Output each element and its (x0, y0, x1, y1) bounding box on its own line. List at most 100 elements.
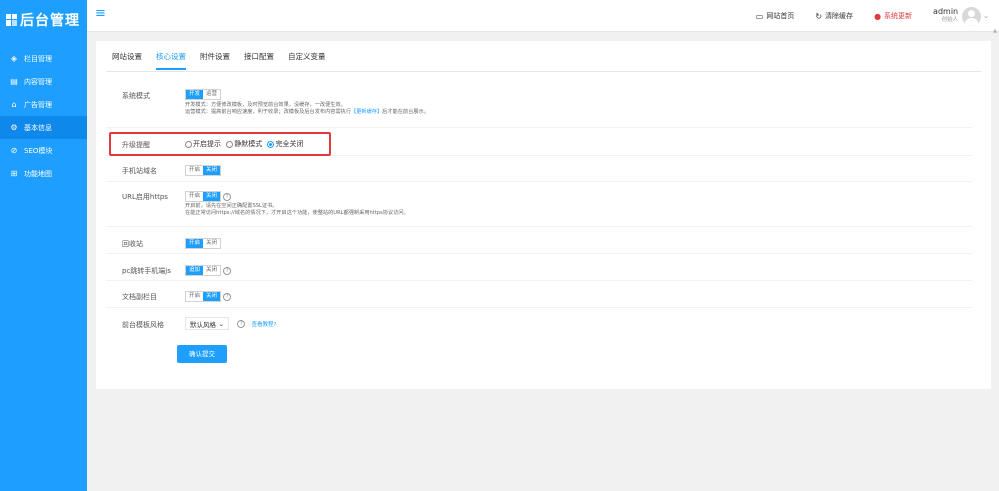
https-toggle: 开启 关闭 (185, 191, 222, 202)
doc-subcolumn-row: 文档副栏目 开启 关闭 ? (106, 284, 972, 308)
https-label: URL启用https (122, 193, 168, 201)
toggle-on-button[interactable]: 开启 (186, 166, 204, 175)
sidebar-item-seo[interactable]: ⊘ SEO模块 (0, 139, 87, 162)
tab-custom-variables[interactable]: 自定义变量 (288, 51, 326, 70)
toggle-append-button[interactable]: 追加 (186, 266, 204, 275)
system-mode-field: 开发 运营 开发模式：方便修改模板，及时预览前台效果，没缓存，一改便生效。 运营… (185, 89, 429, 116)
doc-subcolumn-field: 开启 关闭 ? (185, 291, 232, 302)
update-cache-link[interactable]: 【更新缓存】 (351, 109, 382, 115)
toggle-off-button[interactable]: 关闭 (203, 239, 221, 248)
template-style-select[interactable]: 默认风格 ⌄ (185, 317, 229, 330)
sidebar-item-ads[interactable]: ⌂ 广告管理 (0, 93, 87, 116)
help-icon[interactable]: ? (223, 266, 232, 275)
mode-dev-button[interactable]: 开发 (186, 90, 204, 99)
system-mode-toggle: 开发 运营 (185, 89, 222, 100)
logo-text: 后台管理 (20, 13, 80, 29)
doc-subcolumn-label: 文档副栏目 (122, 293, 157, 301)
settings-card: 网站设置 核心设置 附件设置 接口配置 自定义变量 系统模式 开发 运营 开发模… (96, 41, 991, 389)
topbar-actions: ▭ 网站首页 ↻ 清除缓存 ● 系统更新 admin 创始人 ⌄ (756, 0, 999, 32)
help-icon[interactable]: ? (223, 292, 232, 301)
sidebar-item-content[interactable]: ▤ 内容管理 (0, 70, 87, 93)
user-info: admin 创始人 (933, 7, 958, 25)
toggle-off-button[interactable]: 关闭 (203, 192, 221, 201)
avatar[interactable] (962, 6, 982, 26)
view-tutorial-link[interactable]: 查看教程? (251, 322, 276, 328)
sidebar-nav: ◈ 栏目管理 ▤ 内容管理 ⌂ 广告管理 ⚙ 基本信息 ⊘ SEO模块 ⊞ 功能… (0, 40, 87, 185)
sidebar-item-label: 广告管理 (24, 100, 52, 109)
template-style-row: 前台模板风格 默认风格 ⌄ ? 查看教程? (106, 311, 972, 336)
system-mode-note-1: 开发模式：方便修改模板，及时预览前台效果，没缓存，一改便生效。 (185, 102, 346, 108)
tabs-divider (106, 71, 981, 72)
clear-cache-link[interactable]: ↻ 清除缓存 (815, 11, 853, 21)
system-mode-note-2: 运营模式：提高前台响应速度，利于收录；改模板及后台发布内容需执行【更新缓存】后才… (185, 109, 429, 116)
refresh-icon: ↻ (815, 11, 823, 21)
toggle-on-button[interactable]: 开启 (186, 292, 204, 301)
template-style-label: 前台模板风格 (122, 321, 164, 329)
help-icon[interactable]: ? (237, 319, 246, 328)
clear-cache-label: 清除缓存 (825, 12, 854, 20)
https-row: URL启用https 开启 关闭 ? 开启前，请先在空间正确配置SSL证书。 在… (106, 184, 972, 227)
toggle-off-button[interactable]: 关闭 (203, 266, 221, 275)
sidebar-item-basic-info[interactable]: ⚙ 基本信息 (0, 116, 87, 139)
system-update-label: 系统更新 (884, 12, 913, 20)
sidebar-item-label: 内容管理 (24, 77, 52, 86)
template-style-field: 默认风格 ⌄ ? 查看教程? (185, 317, 276, 330)
user-role: 创始人 (941, 17, 959, 23)
sidebar: 后台管理 ◈ 栏目管理 ▤ 内容管理 ⌂ 广告管理 ⚙ 基本信息 ⊘ SEO模块… (0, 0, 87, 491)
highlight-frame (109, 132, 331, 156)
pc-jump-row: pc跳转手机端js 追加 关闭 ? (106, 257, 972, 281)
site-home-link[interactable]: ▭ 网站首页 (756, 11, 795, 21)
sidebar-item-label: 功能地图 (24, 169, 52, 178)
tab-core-settings[interactable]: 核心设置 (156, 51, 186, 70)
settings-tabs: 网站设置 核心设置 附件设置 接口配置 自定义变量 (112, 51, 340, 70)
tab-site-settings[interactable]: 网站设置 (112, 51, 142, 70)
tab-attachment-settings[interactable]: 附件设置 (200, 51, 230, 70)
scroll-up-icon[interactable]: ▲ (993, 28, 997, 34)
home-icon: ⌂ (11, 100, 17, 109)
topbar: ≡ ▭ 网站首页 ↻ 清除缓存 ● 系统更新 admin 创始人 ⌄ (87, 0, 999, 32)
chevron-down-icon: ⌄ (218, 319, 224, 328)
pc-jump-toggle: 追加 关闭 (185, 265, 222, 276)
grid-icon: ⊞ (10, 169, 18, 178)
document-icon: ▤ (10, 77, 18, 86)
mobile-domain-field: 开启 关闭 (185, 165, 222, 176)
sidebar-item-label: SEO模块 (24, 146, 53, 155)
sidebar-item-column[interactable]: ◈ 栏目管理 (0, 47, 87, 70)
recycle-label: 回收站 (122, 240, 143, 248)
recycle-field: 开启 关闭 (185, 238, 222, 249)
https-note-2: 在能正常访问https://域名的情况下，才开启这个功能，使整站的URL都强制采… (185, 210, 409, 216)
sidebar-item-label: 栏目管理 (24, 54, 52, 63)
pc-jump-label: pc跳转手机端js (122, 267, 171, 275)
logo[interactable]: 后台管理 (0, 0, 87, 40)
mode-ops-button[interactable]: 运营 (203, 90, 221, 99)
user-name: admin (933, 7, 959, 16)
logo-icon (6, 14, 18, 26)
toggle-off-button[interactable]: 关闭 (203, 166, 221, 175)
select-value: 默认风格 (190, 320, 216, 329)
tab-api-config[interactable]: 接口配置 (244, 51, 274, 70)
system-mode-row: 系统模式 开发 运营 开发模式：方便修改模板，及时预览前台效果，没缓存，一改便生… (106, 85, 972, 128)
note-text: 后才能在前台展示。 (382, 109, 429, 115)
toggle-off-button[interactable]: 关闭 (203, 292, 221, 301)
site-home-label: 网站首页 (766, 12, 795, 20)
toggle-on-button[interactable]: 开启 (186, 192, 204, 201)
user-menu[interactable]: admin 创始人 ⌄ (933, 6, 989, 26)
pc-jump-field: 追加 关闭 ? (185, 265, 232, 276)
sidebar-item-function-map[interactable]: ⊞ 功能地图 (0, 162, 87, 185)
sidebar-item-label: 基本信息 (24, 123, 52, 132)
alert-icon: ● (874, 11, 882, 21)
submit-button[interactable]: 确认提交 (177, 345, 227, 363)
compass-icon: ⊘ (10, 146, 18, 155)
menu-toggle-icon[interactable]: ≡ (95, 6, 106, 21)
mobile-domain-label: 手机站域名 (122, 167, 157, 175)
note-text: 运营模式：提高前台响应速度，利于收录；改模板及后台发布内容需执行 (185, 109, 352, 115)
help-icon[interactable]: ? (223, 192, 232, 201)
doc-subcolumn-toggle: 开启 关闭 (185, 291, 222, 302)
mobile-domain-toggle: 开启 关闭 (185, 165, 222, 176)
system-update-link[interactable]: ● 系统更新 (874, 11, 912, 21)
toggle-on-button[interactable]: 开启 (186, 239, 204, 248)
monitor-icon: ▭ (755, 11, 764, 21)
https-note-1: 开启前，请先在空间正确配置SSL证书。 (185, 203, 278, 209)
chevron-down-icon[interactable]: ⌄ (983, 12, 989, 20)
recycle-toggle: 开启 关闭 (185, 238, 222, 249)
